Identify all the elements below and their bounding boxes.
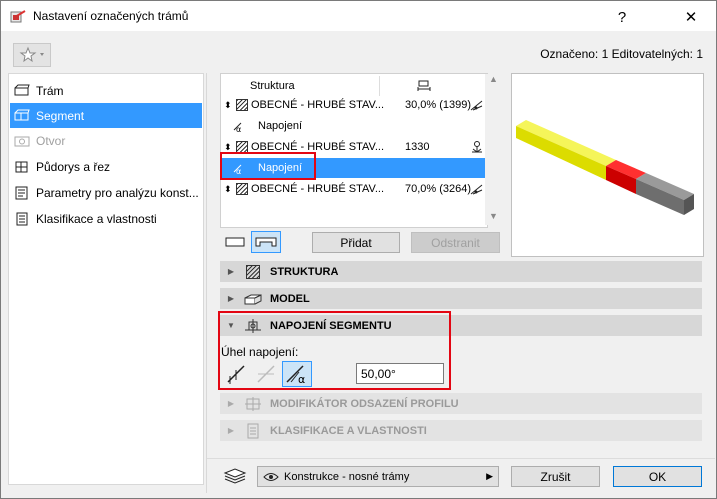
layer-icon [222,465,248,487]
tree-scrollbar[interactable]: ▲ ▼ [485,74,501,225]
segment-length-icon [417,80,431,91]
model-icon [242,291,264,307]
segmented-view-button[interactable] [251,231,281,253]
add-button[interactable]: Přidat [312,232,400,253]
sidebar-item-label: Půdorys a řez [36,159,111,174]
drag-handle-icon[interactable]: ⬍ [224,184,236,195]
sidebar-item-analysis-params[interactable]: Parametry pro analýzu konst... [10,180,202,205]
expand-arrow-icon: ▶ [227,294,235,303]
section-model[interactable]: ▶ MODEL [220,288,702,309]
beam-icon [14,83,30,99]
segment-length: 30,0% (1399) [405,99,472,111]
single-view-icon [225,237,245,247]
segment-length: 1330 [405,141,430,153]
layer-select-value: Konstrukce - nosné trámy [284,470,410,483]
tapered-icon [470,100,483,111]
classification-icon [14,211,30,227]
section-title: KLASIFIKACE A VLASTNOSTI [270,424,427,437]
selection-info: Označeno: 1 Editovatelných: 1 [540,47,703,61]
hatch-icon [236,99,248,111]
window-title: Nastavení označených trámů [33,9,189,23]
tree-row-segment-3[interactable]: ⬍ OBECNÉ - HRUBÉ STAV... 70,0% (3264) [222,179,485,199]
segment-material: OBECNÉ - HRUBÉ STAV... [251,99,385,111]
sidebar-item-label: Trám [36,83,64,98]
sidebar-item-floorplan-section[interactable]: Půdorys a řez [10,154,202,179]
pane-divider [206,73,207,493]
floorplan-section-icon [14,159,30,175]
sidebar-item-label: Klasifikace a vlastnosti [36,211,157,226]
title-bar: Nastavení označených trámů ? ✕ [1,1,716,31]
settings-sidebar: Trám Segment Otvor Půdorys a řez Paramet… [8,73,204,485]
sidebar-item-classification[interactable]: Klasifikace a vlastnosti [10,206,202,231]
visibility-eye-icon [263,472,279,481]
hatch-icon [236,183,248,195]
joint-label: Napojení [258,120,303,132]
sidebar-item-segment[interactable]: Segment [10,103,202,128]
single-line-view-button[interactable] [224,232,246,252]
drag-handle-icon[interactable]: ⬍ [224,142,236,153]
section-title: MODIFIKÁTOR ODSAZENÍ PROFILU [270,397,459,410]
favorites-star-icon [19,46,44,63]
expand-arrow-icon: ▶ [227,399,235,408]
segment-icon [14,108,30,124]
profile-offset-icon [242,396,264,412]
tree-row-segment-1[interactable]: ⬍ OBECNÉ - HRUBÉ STAV... 30,0% (1399) [222,95,485,115]
scroll-up-icon[interactable]: ▲ [489,74,498,84]
close-button[interactable]: ✕ [668,2,714,32]
highlight-joint-section [218,311,451,390]
close-icon: ✕ [684,9,698,26]
column-divider [379,76,380,96]
footer-separator [207,458,715,459]
sidebar-item-label: Parametry pro analýzu konst... [36,185,199,200]
sidebar-item-label: Otvor [36,133,66,148]
tree-row-joint-1[interactable]: α Napojení [222,116,485,136]
segment-structure-list[interactable]: Struktura ⬍ OBECNÉ - HRUBÉ STAV... 30,0%… [220,73,488,228]
segment-material: OBECNÉ - HRUBÉ STAV... [251,183,385,195]
help-button[interactable]: ? [599,2,645,32]
segment-length: 70,0% (3264) [405,183,472,195]
sidebar-item-label: Segment [36,108,85,123]
analysis-params-icon [14,185,30,201]
section-structure[interactable]: ▶ STRUKTURA [220,261,702,282]
remove-button: Odstranit [411,232,500,253]
dropdown-arrow-icon: ▶ [486,471,493,481]
help-icon: ? [617,8,627,26]
expand-arrow-icon: ▶ [227,267,235,276]
highlight-selected-joint [220,152,316,180]
section-profile-offset: ▶ MODIFIKÁTOR ODSAZENÍ PROFILU [220,393,702,414]
opening-icon [14,133,30,149]
ok-button[interactable]: OK [613,466,702,487]
tree-header-label: Struktura [250,80,295,92]
expand-arrow-icon: ▶ [227,426,235,435]
svg-text:α: α [236,125,241,133]
beam-3d-preview [511,73,704,257]
sidebar-item-opening: Otvor [10,128,202,153]
sidebar-item-beam[interactable]: Trám [10,78,202,103]
drag-handle-icon[interactable]: ⬍ [224,100,236,111]
tree-header: Struktura [222,76,485,96]
joint-icon: α [233,122,242,133]
anchor-icon [472,141,482,153]
favorites-button[interactable] [13,43,51,67]
app-icon [10,10,26,23]
layer-select[interactable]: Konstrukce - nosné trámy ▶ [257,466,499,487]
structure-icon [242,264,264,280]
scroll-down-icon[interactable]: ▼ [489,211,498,221]
tapered-icon [470,184,483,195]
cancel-button[interactable]: Zrušit [511,466,600,487]
section-title: MODEL [270,292,310,305]
section-classification: ▶ KLASIFIKACE A VLASTNOSTI [220,420,702,441]
beam-preview-graphic [516,120,694,215]
section-title: STRUKTURA [270,265,339,278]
classification-section-icon [242,423,264,439]
segmented-view-icon [255,237,277,247]
